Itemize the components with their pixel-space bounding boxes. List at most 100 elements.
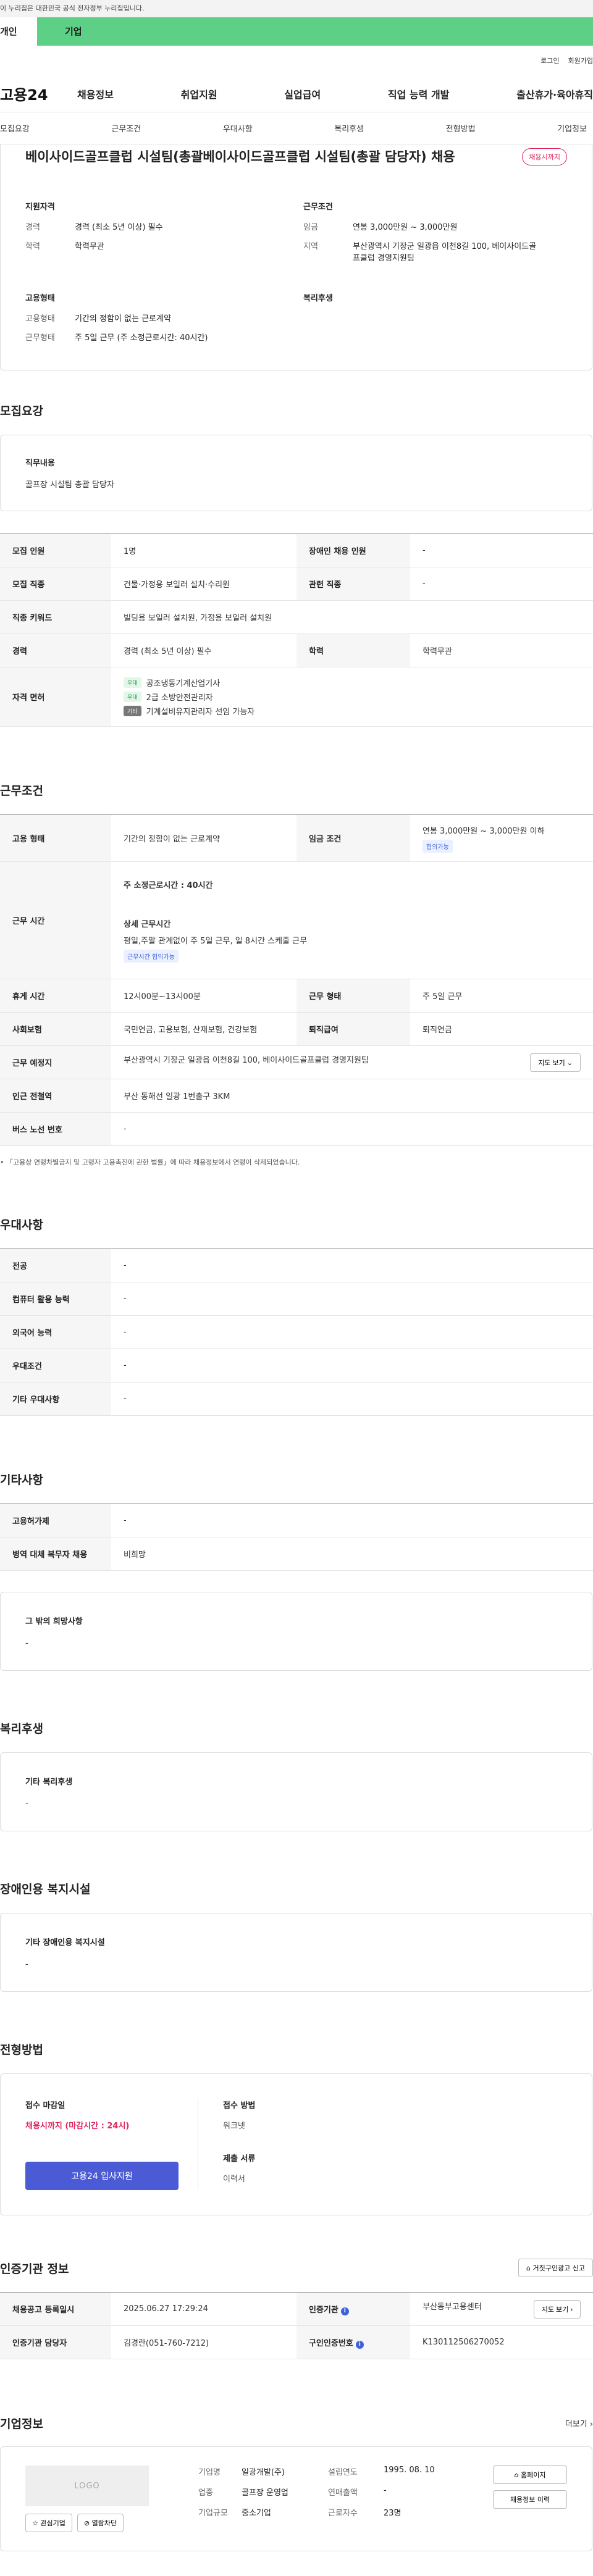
site-logo[interactable]: 고용24	[0, 83, 77, 104]
disabled-facility-heading: 기타 장애인용 복지시설	[25, 1938, 105, 1947]
subnav-company[interactable]: 기업정보	[557, 122, 587, 134]
subnav-welfare[interactable]: 복리후생	[334, 122, 364, 134]
hours-detail: 평일,주말 관계없이 주 5일 근무, 일 8시간 스케줄 근무	[124, 936, 308, 946]
subnav-apply[interactable]: 전형방법	[446, 122, 476, 134]
auth-org-cell: 지도 보기 › 부산동부고용센터	[410, 2292, 593, 2326]
apply-left: 접수 마감일 채용시까지 (마감시간 : 24시) 고용24 입사지원	[25, 2099, 198, 2190]
age-footnote: • 「고용상 연령차별금지 및 고령자 고용촉진에 관한 법률」에 따라 채용정…	[0, 1158, 300, 1166]
cell-value: -	[111, 1248, 593, 1282]
section-subnav: 모집요강 근무조건 우대사항 복리후생 전형방법 기업정보	[0, 112, 593, 144]
company-more-link[interactable]: 더보기 ›	[565, 2417, 593, 2429]
cell-label: 기타 우대사항	[0, 1382, 111, 1416]
section-title-preference: 우대사항	[0, 1218, 43, 1232]
table-row: 고용허가제 -	[0, 1503, 593, 1537]
place-cell: 지도 보기 ⌄ 부산광역시 기장군 일광읍 이천8길 100, 베이사이드골프클…	[111, 1045, 593, 1079]
welfare-box-heading: 기타 복리후생	[25, 1778, 73, 1787]
license-list: 우대 공조냉동기계산업기사 우대 2급 소방안전관리자 기타 기계설비유지관리자 선임…	[111, 667, 593, 727]
deadline-value: 채용시까지 (마감시간 : 24시)	[25, 2122, 130, 2131]
hours-tag: 근무시간 협의가능	[124, 949, 179, 963]
gnb-item-jobs[interactable]: 채용정보	[77, 86, 114, 101]
tab-person[interactable]: 개인	[0, 17, 37, 46]
wage-cell: 연봉 3,000만원 ~ 3,000만원 이하 협의가능	[410, 814, 593, 862]
auth-no-label: 구인인증번호 i	[296, 2325, 410, 2359]
info-value: 일광개발(주)	[242, 2468, 285, 2477]
info-label: 업종	[198, 2488, 213, 2498]
tab-company[interactable]: 기업	[37, 17, 593, 46]
duty-heading: 직무내용	[25, 459, 55, 468]
cell-label: 자격 면허	[0, 667, 111, 727]
table-row: 버스 노선 번호 -	[0, 1112, 593, 1146]
cell-value: 경력 (최소 5년 이상) 필수	[111, 634, 296, 667]
history-button[interactable]: 채용정보 이력	[493, 2490, 567, 2509]
section-title-company: 기업정보	[0, 2417, 43, 2431]
cell-value: 기간의 정함이 없는 근로계약	[111, 814, 296, 862]
apply-button[interactable]: 고용24 입사지원	[25, 2162, 179, 2190]
favorite-label: 관심기업	[40, 2519, 65, 2527]
company-logo-area: LOGO ☆ 관심기업 ⊘ 열람차단	[25, 2465, 149, 2532]
gnb-item-training[interactable]: 직업 능력 개발	[388, 86, 449, 101]
sum-value: 학력무관	[75, 242, 104, 251]
sum-label: 지역	[303, 242, 318, 251]
table-row: 채용공고 등록일시 2025.06.27 17:29:24 인증기관 i 지도 보…	[0, 2292, 593, 2326]
info-value: 1995. 08. 10	[384, 2465, 435, 2475]
hours-main: 주 소정근로시간 : 40시간	[124, 880, 213, 890]
wage-tag: 협의가능	[423, 839, 453, 853]
welfare-block: 복리후생	[303, 291, 567, 351]
table-row: 모집 직종 건물·가정용 보일러 설치·수리원 관련 직종 -	[0, 567, 593, 601]
job-summary-card: 베이사이드골프클럽 시설팀(총괄베이사이드골프클럽 시설팀(총괄 담당자) 채용…	[0, 144, 592, 370]
company-box: LOGO ☆ 관심기업 ⊘ 열람차단 기업명 일광개발(주) 설립연도 1995…	[0, 2446, 592, 2551]
cell-value: 연봉 3,000만원 ~ 3,000만원 이하	[423, 826, 545, 836]
other-wish-box: 그 밖의 희망사항 -	[0, 1592, 592, 1671]
report-button[interactable]: ⌂ 거짓구인광고 신고	[518, 2259, 593, 2277]
cell-label: 고용 형태	[0, 814, 111, 862]
gnb-item-unemployment[interactable]: 실업급여	[284, 86, 321, 101]
cell-value: -	[111, 1382, 593, 1416]
join-link[interactable]: 회원가입	[568, 56, 593, 65]
hours-cell: 주 소정근로시간 : 40시간 상세 근무시간 평일,주말 관계없이 주 5일 …	[111, 861, 593, 979]
homepage-button[interactable]: ⌂ 홈페이지	[493, 2465, 567, 2484]
auth-map-button[interactable]: 지도 보기 ›	[533, 2299, 581, 2319]
section-title-work: 근무조건	[0, 784, 43, 798]
sum-value: 주 5일 근무 (주 소정근로시간: 40시간)	[75, 333, 208, 343]
cell-label: 퇴직급여	[296, 1012, 410, 1046]
docs-value: 이력서	[223, 2175, 245, 2184]
gnb-item-leave[interactable]: 출산휴가·육아휴직	[516, 86, 593, 101]
table-row: 우대조건 -	[0, 1349, 593, 1382]
gnb-item-support[interactable]: 취업지원	[181, 86, 217, 101]
info-label: 설립연도	[328, 2468, 358, 2477]
work-table: 고용 형태 기간의 정함이 없는 근로계약 임금 조건 연봉 3,000만원 ~…	[0, 814, 593, 1146]
info-value: 23명	[384, 2509, 402, 2518]
cell-value: 비희망	[111, 1537, 593, 1571]
job-title: 베이사이드골프클럽 시설팀(총괄베이사이드골프클럽 시설팀(총괄 담당자) 채용	[25, 149, 455, 164]
util-links: 로그인 회원가입	[0, 46, 593, 75]
employment-heading: 고용형태	[25, 294, 55, 303]
method-heading: 접수 방법	[223, 2101, 256, 2110]
subnav-recruit[interactable]: 모집요강	[0, 122, 30, 134]
subnav-preference[interactable]: 우대사항	[223, 122, 253, 134]
table-row: 기타 우대사항 -	[0, 1382, 593, 1416]
cell-label: 근무 예정지	[0, 1045, 111, 1079]
info-icon[interactable]: i	[340, 2307, 349, 2315]
table-row: 컴퓨터 활용 능력 -	[0, 1282, 593, 1316]
table-row: 근무 예정지 지도 보기 ⌄ 부산광역시 기장군 일광읍 이천8길 100, 베…	[0, 1045, 593, 1079]
cell-value: 부산동부고용센터	[423, 2302, 482, 2312]
cell-label: 컴퓨터 활용 능력	[0, 1282, 111, 1316]
cell-label: 모집 인원	[0, 533, 111, 567]
duty-box: 직무내용 골프장 시설팀 총괄 담당자	[0, 435, 592, 511]
cell-value: 빌딩용 보일러 설치원, 가정용 보일러 설치원	[111, 600, 593, 634]
info-icon[interactable]: i	[355, 2340, 364, 2349]
welfare-heading: 복리후생	[303, 294, 333, 303]
favorite-company-button[interactable]: ☆ 관심기업	[25, 2514, 72, 2532]
cell-value: -	[410, 533, 593, 567]
cell-label: 경력	[0, 634, 111, 667]
cell-value: 12시00분~13시00분	[111, 979, 296, 1013]
login-link[interactable]: 로그인	[540, 56, 559, 65]
company-actions: ⌂ 홈페이지 채용정보 이력	[493, 2465, 567, 2532]
cell-value: -	[111, 1282, 593, 1316]
sum-value: 연봉 3,000만원 ~ 3,000만원	[353, 223, 458, 232]
subnav-work[interactable]: 근무조건	[111, 122, 141, 134]
map-button[interactable]: 지도 보기 ⌄	[530, 1053, 581, 1072]
block-view-button[interactable]: ⊘ 열람차단	[77, 2514, 124, 2532]
other-wish-heading: 그 밖의 희망사항	[25, 1617, 83, 1626]
cell-label: 인근 전철역	[0, 1079, 111, 1113]
